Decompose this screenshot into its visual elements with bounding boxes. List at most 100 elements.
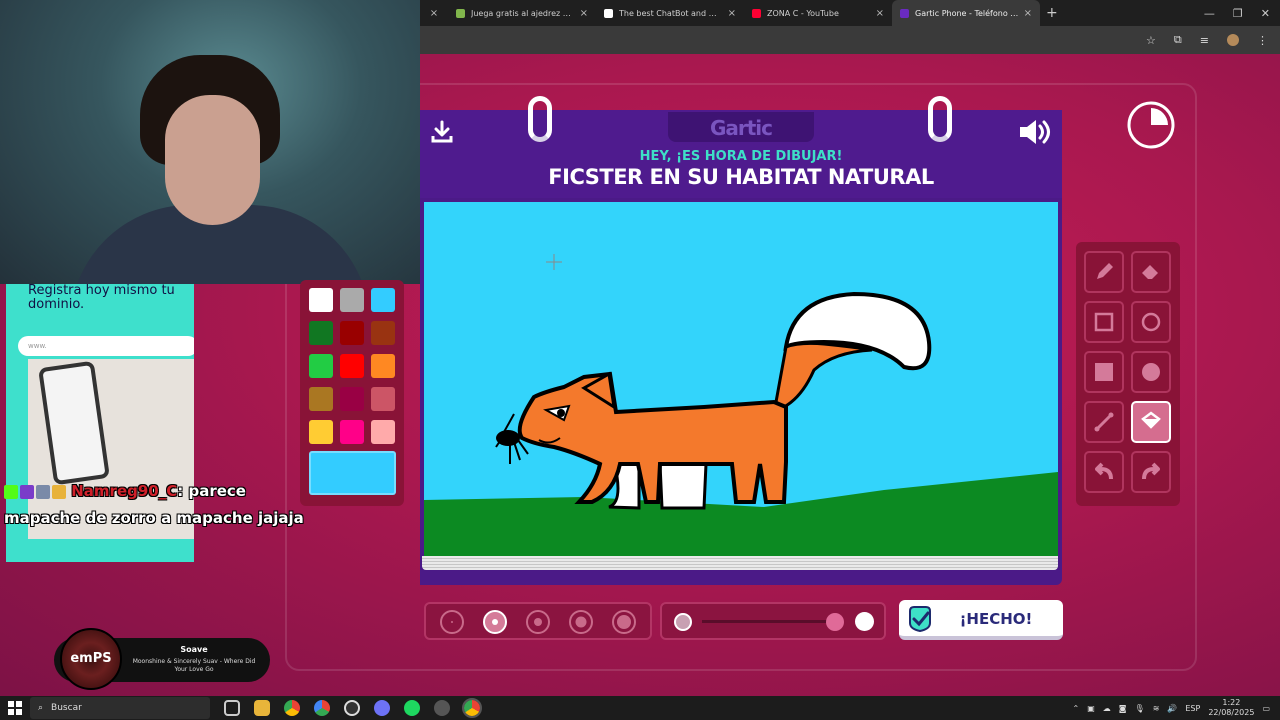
color-swatch[interactable]: [309, 321, 333, 345]
browser-tab-youtube[interactable]: ZONA C - YouTube ×: [744, 0, 892, 26]
clock[interactable]: 1:22 22/08/2025: [1208, 698, 1254, 718]
tab-search-icon[interactable]: ≡: [1200, 34, 1209, 47]
tab-label: The best ChatBot and Widgets: [619, 8, 724, 18]
volume-icon[interactable]: 🔊: [1167, 704, 1177, 713]
pencil-tool-button[interactable]: [1084, 251, 1124, 293]
language-indicator[interactable]: ESP: [1185, 704, 1200, 713]
minimize-icon[interactable]: —: [1204, 7, 1215, 20]
camera-icon[interactable]: ◙: [1119, 704, 1127, 713]
bucket-icon: [1141, 411, 1161, 429]
ellipse-outline-tool-button[interactable]: [1131, 301, 1171, 343]
color-swatch[interactable]: [371, 387, 395, 411]
obs-icon[interactable]: [344, 700, 360, 716]
menu-icon[interactable]: ⋮: [1257, 34, 1268, 47]
wifi-icon[interactable]: ≋: [1153, 704, 1160, 713]
brush-size-option[interactable]: [526, 610, 550, 634]
browser-tab-gartic[interactable]: Gartic Phone - Teléfono Descon ×: [892, 0, 1040, 26]
spotify-icon[interactable]: [404, 700, 420, 716]
search-icon: ⌕: [38, 703, 44, 713]
new-tab-button[interactable]: +: [1046, 5, 1058, 21]
bucket-tool-button[interactable]: [1131, 401, 1171, 443]
restore-icon[interactable]: ❐: [1233, 7, 1243, 20]
color-swatch[interactable]: [340, 288, 364, 312]
close-icon[interactable]: ×: [876, 8, 884, 19]
tab-label: Juega gratis al ajedrez online c: [471, 8, 576, 18]
notebook-page-edge: [422, 556, 1058, 570]
ellipse-fill-icon: [1142, 363, 1160, 381]
extensions-icon[interactable]: ⧉: [1174, 33, 1182, 47]
crown-badge-icon: [52, 484, 66, 499]
clock-time: 1:22: [1222, 698, 1241, 707]
windows-start-icon[interactable]: [8, 701, 22, 715]
gartic-favicon-icon: [900, 8, 909, 18]
line-icon: [1094, 412, 1114, 432]
line-tool-button[interactable]: [1084, 401, 1124, 443]
app-icon[interactable]: [434, 700, 450, 716]
draw-prompt-subtitle: HEY, ¡ES HORA DE DIBUJAR!: [639, 149, 843, 164]
chat-message-part-a: : parece: [177, 482, 246, 500]
webcam-person-face: [165, 95, 260, 225]
browser-tab-chatbot[interactable]: The best ChatBot and Widgets ×: [596, 0, 744, 26]
rect-outline-tool-button[interactable]: [1084, 301, 1124, 343]
color-swatch[interactable]: [309, 420, 333, 444]
profile-avatar-icon[interactable]: [1227, 34, 1239, 46]
close-icon[interactable]: ×: [728, 8, 736, 19]
brush-size-option[interactable]: [483, 610, 507, 634]
color-swatch[interactable]: [309, 387, 333, 411]
tray-chevron-up-icon[interactable]: ⌃: [1073, 704, 1080, 713]
tray-apps-icon[interactable]: ▣: [1087, 704, 1095, 713]
task-view-icon[interactable]: [224, 700, 240, 716]
ellipse-fill-tool-button[interactable]: [1131, 351, 1171, 393]
close-icon[interactable]: ×: [1024, 8, 1032, 19]
color-swatch[interactable]: [340, 321, 364, 345]
brush-size-dot: [575, 616, 587, 628]
brush-size-option[interactable]: [569, 610, 593, 634]
close-icon[interactable]: ×: [580, 8, 588, 19]
tab-close-icon[interactable]: ×: [420, 8, 448, 19]
redo-tool-button[interactable]: [1131, 451, 1171, 493]
windows-taskbar: ⌕ Buscar ⌃ ▣ ☁ ◙ 🎙 ≋ 🔊 ESP 1:22 22/08/20…: [0, 696, 1280, 720]
color-swatch[interactable]: [340, 354, 364, 378]
ad-text: Registra hoy mismo tu dominio.: [28, 284, 175, 312]
color-swatch[interactable]: [371, 288, 395, 312]
brush-size-dot: [534, 618, 542, 626]
tab-label: ZONA C - YouTube: [767, 8, 839, 18]
opacity-slider-knob[interactable]: [826, 613, 844, 631]
chrome-active-icon[interactable]: [462, 698, 482, 718]
color-swatch[interactable]: [371, 354, 395, 378]
song-title: Soave: [180, 645, 208, 654]
color-swatch[interactable]: [340, 387, 364, 411]
color-swatch[interactable]: [309, 354, 333, 378]
opacity-slider-track[interactable]: [702, 620, 842, 623]
undo-icon: [1095, 462, 1113, 480]
drawing-canvas[interactable]: [424, 202, 1058, 556]
color-swatch[interactable]: [371, 420, 395, 444]
notebook-ring-left-icon: [528, 96, 552, 142]
webcam-feed: [0, 0, 420, 284]
brush-size-option[interactable]: [612, 610, 636, 634]
undo-tool-button[interactable]: [1084, 451, 1124, 493]
file-explorer-icon[interactable]: [254, 700, 270, 716]
chrome-alt-icon[interactable]: [314, 700, 330, 716]
download-icon[interactable]: [430, 120, 454, 144]
taskbar-search[interactable]: ⌕ Buscar: [30, 697, 210, 719]
chrome-icon[interactable]: [284, 700, 300, 716]
color-swatch[interactable]: [371, 321, 395, 345]
browser-tab-chess[interactable]: Juega gratis al ajedrez online c ×: [448, 0, 596, 26]
close-window-icon[interactable]: ✕: [1261, 7, 1270, 20]
cloud-icon[interactable]: ☁: [1103, 704, 1111, 713]
discord-like-icon[interactable]: [374, 700, 390, 716]
bookmark-star-icon[interactable]: ☆: [1146, 34, 1156, 47]
done-button-label: ¡HECHO!: [959, 610, 1033, 628]
rect-fill-icon: [1095, 363, 1113, 381]
color-swatch[interactable]: [309, 288, 333, 312]
mic-icon[interactable]: 🎙: [1135, 704, 1145, 713]
brush-size-dot: [492, 619, 498, 625]
rect-fill-tool-button[interactable]: [1084, 351, 1124, 393]
eraser-tool-button[interactable]: [1131, 251, 1171, 293]
notifications-icon[interactable]: ▭: [1262, 704, 1270, 713]
brush-size-option[interactable]: [440, 610, 464, 634]
check-icon: [909, 606, 931, 633]
sound-icon[interactable]: [1018, 118, 1052, 146]
color-swatch[interactable]: [340, 420, 364, 444]
